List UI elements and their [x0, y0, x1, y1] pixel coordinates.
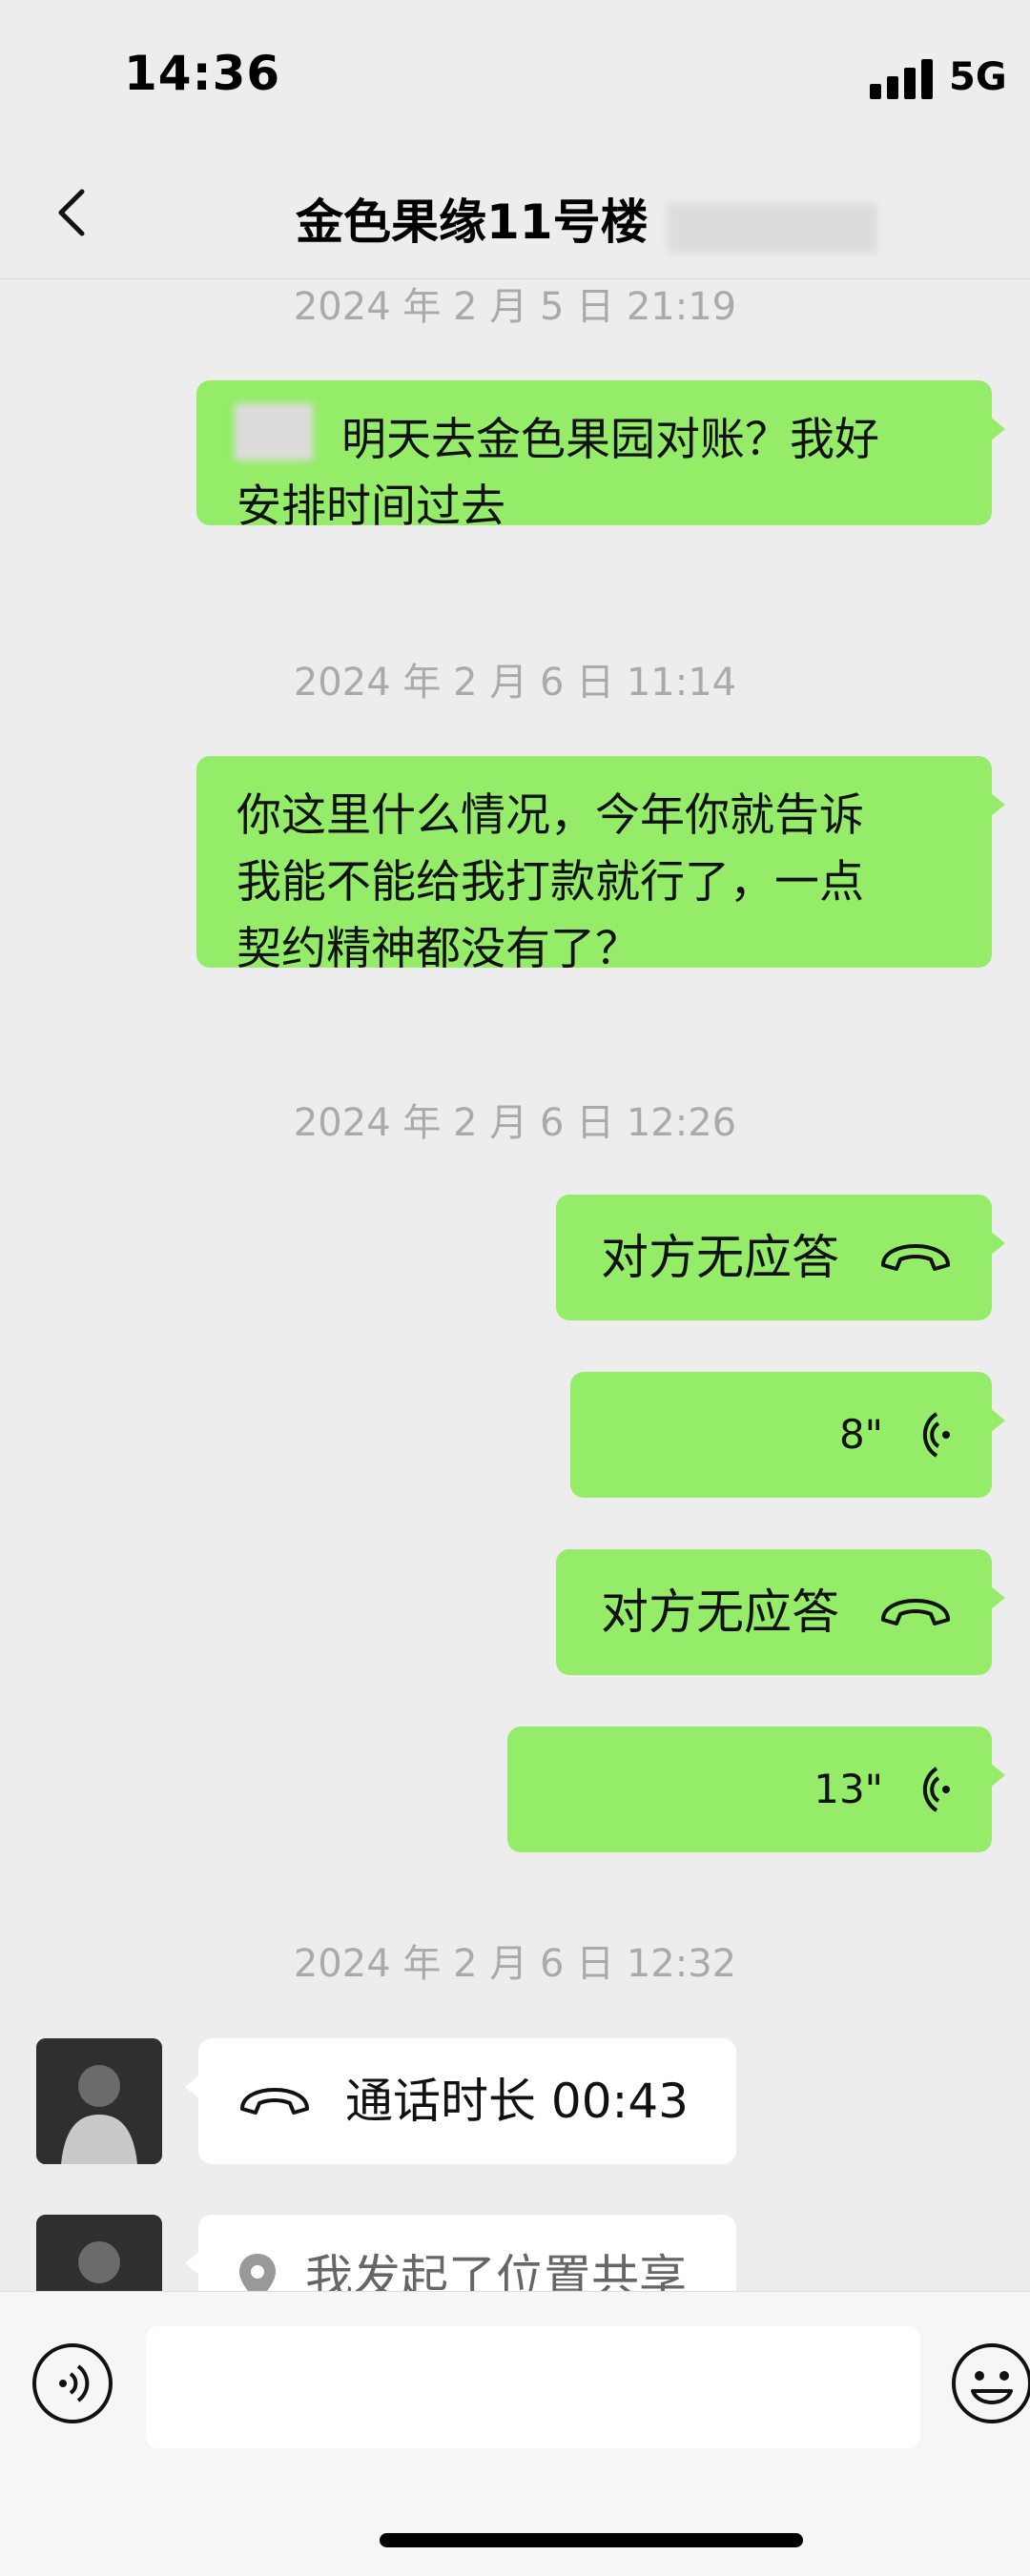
home-indicator[interactable] — [380, 2533, 803, 2547]
message-timestamp: 2024 年 2 月 5 日 21:19 — [293, 285, 737, 329]
message-line: 你这里什么情况，今年你就告诉 — [237, 789, 864, 842]
signal-icon — [870, 59, 935, 99]
redacted-area — [668, 203, 877, 253]
outgoing-text-message[interactable]: 明天去金色果园对账？我好 安排时间过去 — [196, 380, 1005, 533]
voice-duration: 13" — [814, 1766, 883, 1812]
message-timestamp: 2024 年 2 月 6 日 12:32 — [293, 1942, 737, 1986]
avatar-image — [36, 2038, 162, 2164]
outgoing-voice-message[interactable]: 13" — [507, 1727, 1005, 1852]
message-line: 契约精神都没有了？ — [237, 923, 640, 975]
incoming-call-message[interactable]: 通话时长 00:43 — [185, 2038, 736, 2164]
status-time: 14:36 — [124, 46, 281, 101]
hang-up-phone-icon — [881, 1599, 950, 1625]
call-status: 对方无应答 — [601, 1230, 839, 1285]
nav-bar: 金色果缘11号楼 — [0, 157, 1030, 279]
chat-title: 金色果缘11号楼 — [296, 194, 649, 250]
redacted-area — [235, 403, 313, 460]
message-list[interactable]: 2024 年 2 月 5 日 21:19 明天去金色果园对账？我好 安排时间过去… — [0, 279, 1030, 2341]
outgoing-text-message[interactable]: 你这里什么情况，今年你就告诉 我能不能给我打款就行了，一点 契约精神都没有了？ — [196, 756, 1005, 975]
avatar[interactable] — [36, 2038, 162, 2164]
input-bar — [0, 2291, 1030, 2576]
message-input[interactable] — [146, 2326, 920, 2448]
chevron-left-icon[interactable] — [46, 184, 103, 241]
voice-wave-icon — [922, 1412, 950, 1458]
emoji-icon[interactable] — [950, 2341, 1030, 2425]
outgoing-call-message[interactable]: 对方无应答 — [556, 1549, 1005, 1675]
outgoing-voice-message[interactable]: 8" — [570, 1372, 1005, 1498]
call-duration-label: 通话时长 00:43 — [345, 2074, 689, 2129]
message-line: 明天去金色果园对账？我好 — [341, 414, 879, 466]
hang-up-phone-icon — [881, 1244, 950, 1271]
call-status: 对方无应答 — [601, 1584, 839, 1640]
message-timestamp: 2024 年 2 月 6 日 12:26 — [293, 1101, 737, 1145]
status-bar: 14:36 5G — [0, 0, 1030, 157]
network-type: 5G — [949, 55, 1007, 99]
voice-input-icon[interactable] — [31, 2341, 114, 2425]
message-line: 我能不能给我打款就行了，一点 — [237, 856, 864, 909]
outgoing-call-message[interactable]: 对方无应答 — [556, 1195, 1005, 1320]
message-line: 安排时间过去 — [237, 480, 505, 533]
voice-wave-icon — [922, 1767, 950, 1812]
hang-up-phone-icon — [240, 2088, 309, 2115]
voice-duration: 8" — [838, 1411, 883, 1458]
message-timestamp: 2024 年 2 月 6 日 11:14 — [293, 661, 737, 705]
